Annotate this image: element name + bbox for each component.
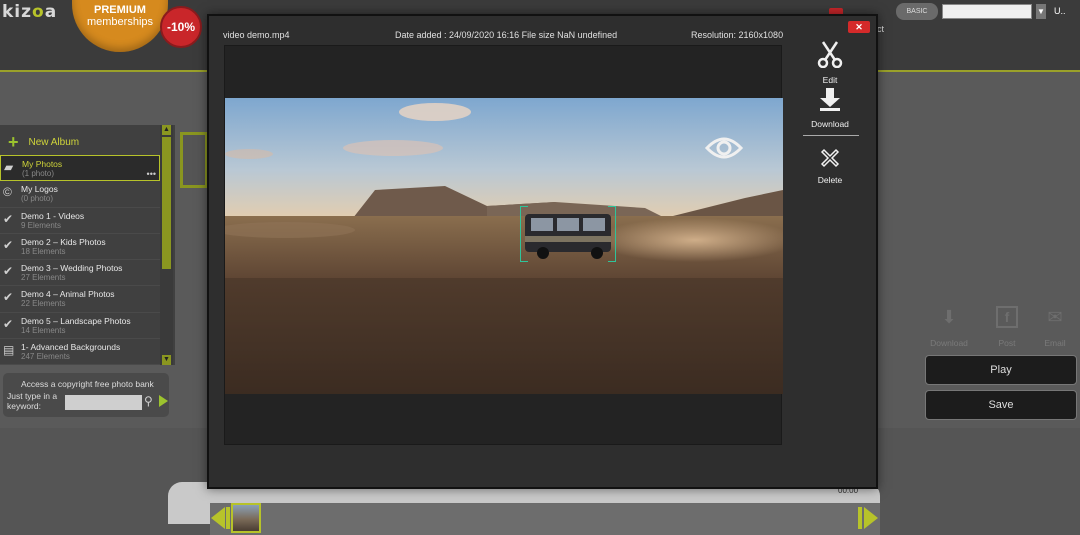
chevron-down-icon[interactable]: ▼ xyxy=(1036,3,1046,19)
album-name: Demo 2 – Kids Photos xyxy=(21,236,106,247)
album-name: My Photos xyxy=(22,159,63,169)
album-count: (1 photo) xyxy=(22,169,55,178)
go-arrow-icon[interactable] xyxy=(159,395,168,407)
share-download-label: Download xyxy=(930,338,968,348)
edit-label: Edit xyxy=(822,75,838,85)
album-name: 1- Advanced Backgrounds xyxy=(21,342,121,353)
edit-button[interactable]: Edit xyxy=(799,40,861,85)
checkmark-album-icon: ✔ xyxy=(3,264,14,279)
strip-thumbnail[interactable] xyxy=(231,503,261,533)
album-name: Demo 5 – Landscape Photos xyxy=(21,315,131,326)
photo-bank-search: Access a copyright free photo bank Just … xyxy=(3,373,169,417)
search-icon[interactable]: ⚲ xyxy=(144,394,153,408)
focus-bracket-left xyxy=(520,206,528,262)
email-icon: ✉ xyxy=(1047,307,1063,327)
album-item-demo1[interactable]: ✔ Demo 1 - Videos 9 Elements xyxy=(0,208,160,234)
media-viewer xyxy=(224,45,783,445)
new-album-button[interactable]: + New Album xyxy=(8,133,79,151)
scrollbar-thumb[interactable] xyxy=(162,137,171,269)
new-album-label: New Album xyxy=(28,136,80,148)
plus-icon: + xyxy=(8,132,19,152)
scroll-up-icon[interactable]: ▲ xyxy=(162,125,171,135)
photo-strip xyxy=(210,503,880,535)
scissors-icon xyxy=(817,41,843,69)
scroll-down-icon[interactable]: ▼ xyxy=(162,355,171,365)
kizoa-logo[interactable]: kizoa xyxy=(2,2,57,22)
play-button[interactable]: Play xyxy=(925,355,1077,385)
focus-bracket-right xyxy=(608,206,616,262)
album-item-my-photos[interactable]: ▰ My Photos (1 photo) ••• xyxy=(0,155,160,182)
share-email-button[interactable]: ✉ Email xyxy=(1032,306,1078,348)
download-icon: ⬇ xyxy=(941,307,957,327)
focus-region-selector[interactable] xyxy=(520,206,616,262)
download-button[interactable]: Download xyxy=(799,86,861,129)
media-resolution: Resolution: 2160x1080 xyxy=(691,30,784,40)
album-item-my-logos[interactable]: © My Logos (0 photo) xyxy=(0,181,160,208)
album-name: Demo 1 - Videos xyxy=(21,210,85,221)
save-button[interactable]: Save xyxy=(925,390,1077,420)
desert-video-image xyxy=(225,98,783,394)
photo-bank-heading: Access a copyright free photo bank xyxy=(21,379,154,389)
album-count: (0 photo) xyxy=(21,194,54,204)
plan-badge[interactable]: BASIC xyxy=(896,2,938,20)
album-count: 22 Elements xyxy=(21,299,66,309)
download-arrow-icon xyxy=(820,88,840,111)
album-count: 9 Elements xyxy=(21,220,62,230)
strip-prev-bar[interactable] xyxy=(226,507,230,529)
delete-button[interactable]: Delete xyxy=(799,148,861,185)
checkmark-album-icon: ✔ xyxy=(3,237,14,252)
photo-album-icon: ▰ xyxy=(4,160,14,174)
video-frame[interactable] xyxy=(225,98,783,394)
keyword-input[interactable] xyxy=(65,395,142,410)
album-item-demo2[interactable]: ✔ Demo 2 – Kids Photos 18 Elements xyxy=(0,234,160,261)
album-name: Demo 4 – Animal Photos xyxy=(21,289,115,300)
checkmark-album-icon: ✔ xyxy=(3,211,14,226)
photo-bank-prompt: Just type in a keyword: xyxy=(7,391,58,411)
album-item-demo3[interactable]: ✔ Demo 3 – Wedding Photos 27 Elements xyxy=(0,260,160,287)
layers-icon: ▤ xyxy=(3,343,15,358)
checkmark-album-icon: ✔ xyxy=(3,316,14,331)
more-options-icon[interactable]: ••• xyxy=(147,169,156,179)
download-label: Download xyxy=(811,119,849,129)
album-count: 14 Elements xyxy=(21,325,66,335)
album-item-demo4[interactable]: ✔ Demo 4 – Animal Photos 22 Elements xyxy=(0,286,160,313)
close-modal-button[interactable]: ✕ xyxy=(848,21,870,33)
album-name: Demo 3 – Wedding Photos xyxy=(21,263,123,274)
user-menu[interactable]: U.. xyxy=(1054,6,1066,16)
share-post-button[interactable]: f Post xyxy=(984,306,1030,348)
strip-next-icon[interactable] xyxy=(864,507,878,529)
sidebar-scrollbar[interactable]: ▲ ▼ xyxy=(160,125,173,365)
media-date-info: Date added : 24/09/2020 16:16 File size … xyxy=(395,30,618,40)
promo-line1: PREMIUM xyxy=(94,4,146,16)
album-thumbnail[interactable] xyxy=(180,132,208,188)
album-list: ▰ My Photos (1 photo) ••• © My Logos (0 … xyxy=(0,155,160,366)
promo-line2: memberships xyxy=(86,16,154,28)
checkmark-album-icon: ✔ xyxy=(3,290,14,305)
share-email-label: Email xyxy=(1044,338,1066,348)
copyright-icon: © xyxy=(3,185,12,200)
account-select[interactable] xyxy=(942,3,1032,19)
facebook-icon: f xyxy=(996,306,1018,328)
share-download-button[interactable]: ⬇ Download xyxy=(926,306,972,348)
share-row: ⬇ Download f Post ✉ Email xyxy=(926,306,1076,348)
premium-promo-badge[interactable]: PREMIUM memberships xyxy=(72,0,168,52)
album-item-demo5[interactable]: ✔ Demo 5 – Landscape Photos 14 Elements xyxy=(0,313,160,340)
tool-divider xyxy=(803,135,859,136)
delete-label: Delete xyxy=(817,175,843,185)
share-post-label: Post xyxy=(998,338,1016,348)
media-filename: video demo.mp4 xyxy=(223,30,290,40)
delete-x-icon xyxy=(820,148,840,168)
album-count: 27 Elements xyxy=(21,273,66,283)
strip-prev-icon[interactable] xyxy=(211,507,225,529)
album-count: 247 Elements xyxy=(21,352,70,362)
discount-badge[interactable]: -10% xyxy=(160,6,202,48)
media-preview-modal: video demo.mp4 Date added : 24/09/2020 1… xyxy=(207,14,878,489)
strip-next-bar[interactable] xyxy=(858,507,862,529)
account-controls: BASIC ▼ U.. xyxy=(896,2,1066,20)
eye-icon[interactable] xyxy=(704,136,744,165)
album-item-advanced-backgrounds[interactable]: ▤ 1- Advanced Backgrounds 247 Elements xyxy=(0,339,160,366)
album-name: My Logos xyxy=(21,184,58,195)
album-count: 18 Elements xyxy=(21,246,66,256)
album-sidebar: + New Album ▰ My Photos (1 photo) ••• © … xyxy=(0,125,175,366)
